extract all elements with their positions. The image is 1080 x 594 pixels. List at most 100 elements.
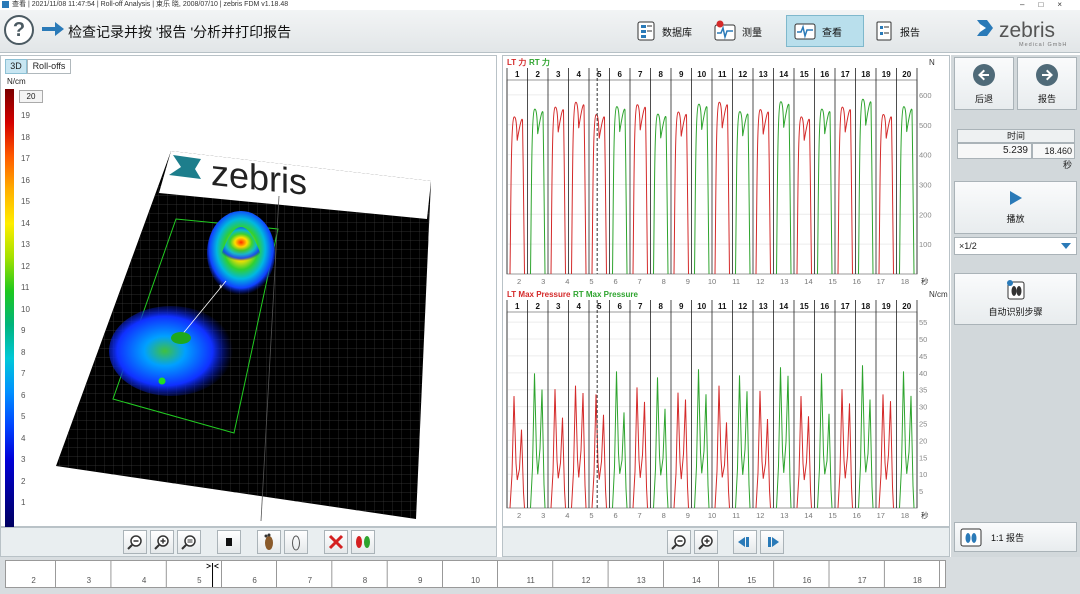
zebris-logo: zebris Medical GmbH — [977, 19, 1066, 48]
scale-label: 13 — [21, 240, 30, 249]
x-tick-label: 10 — [708, 511, 716, 520]
next-step-button[interactable] — [760, 530, 784, 554]
next-step-icon — [768, 537, 779, 547]
step-number[interactable]: 18 — [861, 70, 870, 79]
x-tick-label: 3 — [541, 511, 545, 520]
chart-zoom-out-button[interactable] — [667, 530, 691, 554]
x-tick-label: 10 — [708, 277, 716, 286]
step-number[interactable]: 15 — [800, 302, 809, 311]
step-number[interactable]: 8 — [659, 302, 664, 311]
timeline-tick-label: 4 — [142, 576, 147, 585]
tab-roll-offs[interactable]: Roll-offs — [27, 59, 71, 74]
back-button[interactable]: 后退 — [954, 57, 1014, 110]
x-tick-label: 2 — [517, 277, 521, 286]
step-number[interactable]: 7 — [638, 302, 643, 311]
step-number[interactable]: 4 — [577, 302, 582, 311]
step-number[interactable]: 13 — [759, 302, 768, 311]
zoom-reset-icon — [181, 535, 196, 550]
step-number[interactable]: 2 — [536, 302, 541, 311]
step-number[interactable]: 14 — [779, 302, 788, 311]
charts-panel: LT 力 RT 力 N 600 500 400 300 200 100 1 2 3 4 5 6 7 8 9 10 11… — [502, 55, 950, 527]
step-number[interactable]: 1 — [515, 302, 520, 311]
step-number[interactable]: 8 — [659, 70, 664, 79]
zoom-out-button[interactable] — [123, 530, 147, 554]
x-tick-label: 8 — [662, 277, 666, 286]
step-number[interactable]: 19 — [882, 302, 891, 311]
right-foot-button[interactable] — [284, 530, 308, 554]
report-1to1-button[interactable]: 1:1 报告 — [954, 522, 1077, 552]
x-tick-label: 4 — [565, 277, 569, 286]
y-tick-label: 45 — [919, 352, 927, 361]
step-number[interactable]: 4 — [577, 70, 582, 79]
step-number[interactable]: 14 — [779, 70, 788, 79]
play-button[interactable]: 播放 — [954, 181, 1077, 234]
x-tick-label: 5 — [589, 277, 593, 286]
x-tick-label: 7 — [638, 277, 642, 286]
step-number[interactable]: 17 — [841, 70, 850, 79]
step-number[interactable]: 5 — [597, 70, 602, 79]
stop-button[interactable] — [217, 530, 241, 554]
step-number[interactable]: 16 — [820, 70, 829, 79]
left-foot-button[interactable] — [257, 530, 281, 554]
chart-zoom-in-button[interactable] — [694, 530, 718, 554]
step-number[interactable]: 10 — [697, 302, 706, 311]
report-button[interactable]: 报告 — [866, 15, 927, 47]
step-number[interactable]: 12 — [738, 70, 747, 79]
tab-3d[interactable]: 3D — [5, 59, 27, 74]
step-number[interactable]: 3 — [556, 302, 561, 311]
step-number[interactable]: 2 — [536, 70, 541, 79]
step-number[interactable]: 11 — [718, 70, 727, 79]
window-title: 查看 | 2021/11/08 11:47:54 | Roll-off Anal… — [12, 1, 289, 8]
database-button[interactable]: 数据库 — [628, 15, 699, 47]
maximize-button[interactable]: □ — [1038, 0, 1057, 9]
right-foot-icon — [292, 535, 300, 551]
scale-label: 18 — [21, 132, 30, 142]
delete-step-button[interactable] — [324, 530, 348, 554]
step-number[interactable]: 9 — [679, 302, 684, 311]
minimize-button[interactable]: – — [1020, 0, 1038, 9]
help-button[interactable]: ? — [4, 15, 34, 45]
view-button[interactable]: 查看 — [786, 15, 864, 47]
previous-step-button[interactable] — [733, 530, 757, 554]
timeline-tick-label: 17 — [858, 576, 867, 585]
step-number[interactable]: 13 — [759, 70, 768, 79]
step-number[interactable]: 19 — [882, 70, 891, 79]
report-icon — [876, 21, 892, 41]
step-number[interactable]: 5 — [597, 302, 602, 311]
database-icon — [637, 21, 655, 41]
step-number[interactable]: 9 — [679, 70, 684, 79]
step-number[interactable]: 17 — [841, 302, 850, 311]
timeline-scrubber[interactable]: 2 3 4 5 6 7 8 9 10 11 12 13 14 15 16 17 18 — [5, 560, 946, 588]
auto-detect-steps-button[interactable]: 自动识别步骤 — [954, 273, 1077, 325]
scale-label: 7 — [21, 369, 26, 378]
playback-speed-select[interactable]: ×1/2 — [954, 237, 1077, 255]
step-number[interactable]: 1 — [515, 70, 520, 79]
close-button[interactable]: × — [1057, 0, 1076, 9]
step-number[interactable]: 20 — [902, 302, 911, 311]
report-nav-button[interactable]: 报告 — [1017, 57, 1077, 110]
step-number[interactable]: 16 — [820, 302, 829, 311]
x-tick-label: 16 — [853, 511, 861, 520]
database-label: 数据库 — [662, 27, 692, 39]
step-number[interactable]: 18 — [861, 302, 870, 311]
zoom-in-button[interactable] — [150, 530, 174, 554]
step-number[interactable]: 7 — [638, 70, 643, 79]
pressure-plate-3d[interactable]: zebris * — [41, 141, 441, 526]
step-charts[interactable]: LT 力 RT 力 N6005004003002001001 2 3 4 5 6 7 8 9 10 11… — [503, 56, 949, 526]
step-number[interactable]: 15 — [800, 70, 809, 79]
zoom-reset-button[interactable] — [177, 530, 201, 554]
x-tick-label: 2 — [517, 511, 521, 520]
step-number[interactable]: 20 — [902, 70, 911, 79]
window-controls[interactable]: –□× — [1020, 0, 1076, 10]
step-number[interactable]: 6 — [618, 302, 623, 311]
step-number[interactable]: 12 — [738, 302, 747, 311]
scale-max-input[interactable]: 20 — [19, 90, 43, 103]
step-number[interactable]: 3 — [556, 70, 561, 79]
measure-button[interactable]: 测量 — [706, 15, 769, 47]
step-number[interactable]: 11 — [718, 302, 727, 311]
step-number[interactable]: 6 — [618, 70, 623, 79]
swap-feet-button[interactable] — [351, 530, 375, 554]
step-number[interactable]: 10 — [697, 70, 706, 79]
timeline-tick-label: 15 — [747, 576, 756, 585]
y-tick-label: 50 — [919, 335, 927, 344]
